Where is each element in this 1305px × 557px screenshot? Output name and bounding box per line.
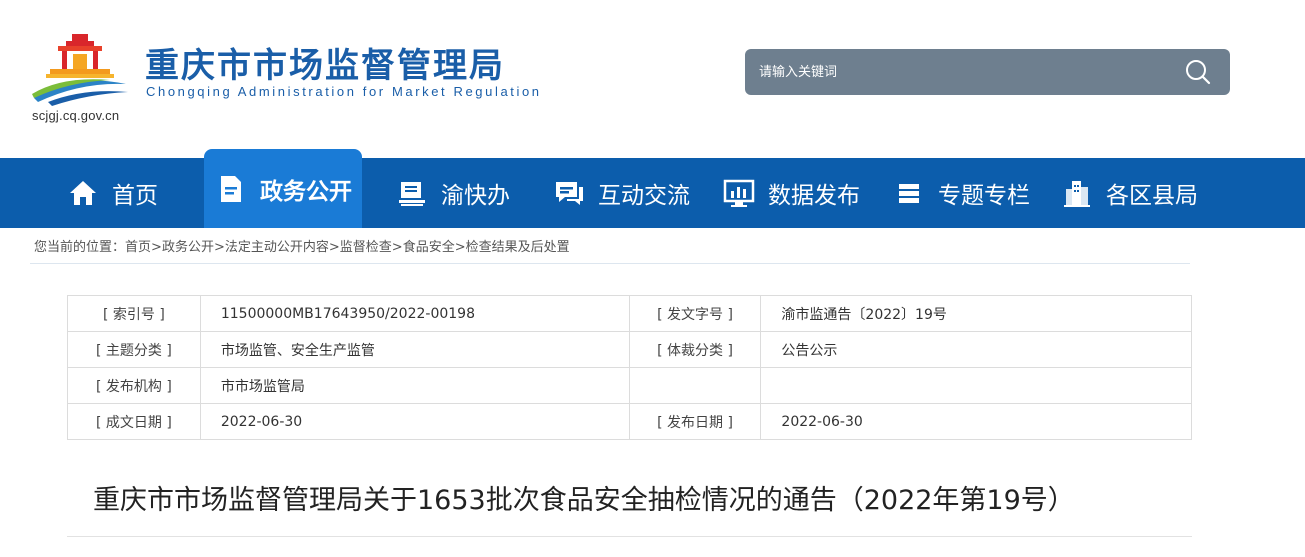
breadcrumb-separator: >	[454, 240, 466, 255]
breadcrumb-divider	[30, 263, 1190, 264]
nav-item-yukuaiban[interactable]: 渝快办	[395, 158, 510, 228]
info-label-index-number: [ 索引号 ]	[67, 295, 201, 332]
main-nav: 首页 政务公开 渝快办 互动交流 数据发布 专题专栏 各区县局	[0, 149, 1305, 228]
breadcrumb-separator: >	[151, 240, 162, 255]
breadcrumb-link-supervision[interactable]: 监督检查	[340, 240, 392, 255]
site-header: scjgj.cq.gov.cn 重庆市市场监督管理局 Chongqing Adm…	[0, 0, 1305, 158]
info-value-publish-date: 2022-06-30	[760, 403, 1192, 440]
cq-amr-logo-icon[interactable]	[28, 28, 132, 106]
site-name[interactable]: 重庆市市场监督管理局	[145, 38, 505, 87]
nav-item-topics[interactable]: 专题专栏	[892, 158, 1030, 228]
info-value-empty	[760, 367, 1192, 404]
nav-item-data-release[interactable]: 数据发布	[722, 158, 860, 228]
chart-monitor-icon	[722, 176, 756, 210]
breadcrumb-separator: >	[391, 240, 403, 255]
nav-item-interaction[interactable]: 互动交流	[552, 158, 690, 228]
site-name-en: Chongqing Administration for Market Regu…	[146, 84, 542, 99]
table-row: [ 主题分类 ] 市场监管、安全生产监管 [ 体裁分类 ] 公告公示	[67, 331, 1192, 368]
table-row: [ 成文日期 ] 2022-06-30 [ 发布日期 ] 2022-06-30	[67, 403, 1192, 440]
info-label-written-date: [ 成文日期 ]	[67, 403, 201, 440]
info-value-written-date: 2022-06-30	[199, 403, 630, 440]
home-icon	[66, 176, 100, 210]
article-title: 重庆市市场监督管理局关于1653批次食品安全抽检情况的通告（2022年第19号）	[93, 485, 1075, 516]
site-url: scjgj.cq.gov.cn	[32, 108, 120, 123]
breadcrumb-separator: >	[213, 240, 225, 255]
nav-label: 专题专栏	[938, 183, 1030, 209]
info-label-document-number: [ 发文字号 ]	[628, 295, 762, 332]
search-input[interactable]	[759, 59, 1159, 85]
document-icon	[214, 172, 248, 206]
book-stack-icon	[395, 176, 429, 210]
document-info-table: [ 索引号 ] 11500000MB17643950/2022-00198 [ …	[67, 295, 1192, 440]
search-bar	[745, 49, 1230, 95]
info-label-empty	[628, 367, 762, 404]
nav-label: 首页	[112, 183, 158, 209]
nav-label: 数据发布	[768, 183, 860, 209]
nav-label: 渝快办	[441, 183, 510, 209]
nav-label: 政务公开	[260, 178, 352, 205]
table-row: [ 索引号 ] 11500000MB17643950/2022-00198 [ …	[67, 295, 1192, 332]
buildings-icon	[1060, 176, 1094, 210]
breadcrumb-prefix: 您当前的位置：	[34, 240, 126, 255]
info-label-subject-category: [ 主题分类 ]	[67, 331, 201, 368]
nav-item-gov-affairs[interactable]: 政务公开	[204, 149, 362, 228]
breadcrumb-link-statutory-disclosure[interactable]: 法定主动公开内容	[225, 240, 329, 255]
info-value-document-number: 渝市监通告〔2022〕19号	[760, 295, 1192, 332]
breadcrumb-link-inspection-results[interactable]: 检查结果及后处置	[466, 240, 570, 255]
info-label-genre-category: [ 体裁分类 ]	[628, 331, 762, 368]
info-value-subject-category: 市场监管、安全生产监管	[199, 331, 630, 368]
title-divider	[67, 536, 1192, 537]
breadcrumb-link-home[interactable]: 首页	[125, 240, 151, 255]
chat-icon	[552, 176, 586, 210]
breadcrumb-separator: >	[328, 240, 340, 255]
table-row: [ 发布机构 ] 市市场监管局	[67, 367, 1192, 404]
search-icon	[1186, 60, 1211, 85]
search-button[interactable]	[1184, 58, 1212, 86]
nav-label: 各区县局	[1106, 183, 1198, 209]
breadcrumb: 您当前的位置：首页>政务公开>法定主动公开内容>监督检查>食品安全>检查结果及后…	[34, 236, 570, 255]
breadcrumb-link-food-safety[interactable]: 食品安全	[403, 240, 455, 255]
info-value-publisher: 市市场监管局	[199, 367, 630, 404]
nav-label: 互动交流	[598, 183, 690, 209]
info-label-publisher: [ 发布机构 ]	[67, 367, 201, 404]
nav-item-districts[interactable]: 各区县局	[1060, 158, 1198, 228]
nav-item-home[interactable]: 首页	[66, 158, 158, 228]
info-value-index-number: 11500000MB17643950/2022-00198	[199, 295, 630, 332]
breadcrumb-link-gov-affairs[interactable]: 政务公开	[162, 240, 214, 255]
info-value-genre-category: 公告公示	[760, 331, 1192, 368]
info-label-publish-date: [ 发布日期 ]	[628, 403, 762, 440]
layers-icon	[892, 176, 926, 210]
